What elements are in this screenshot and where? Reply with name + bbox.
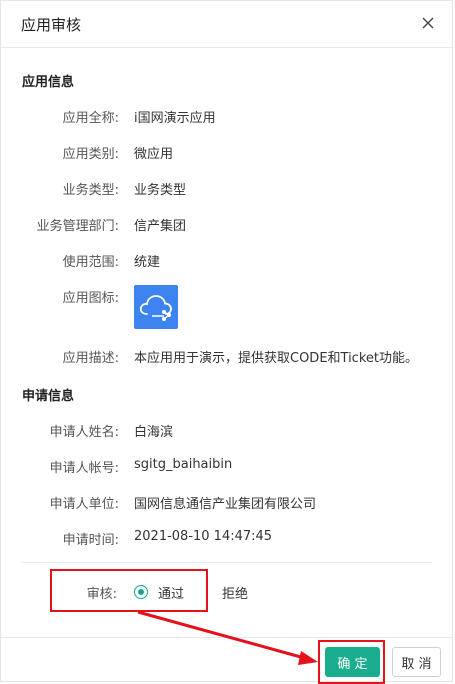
radio-reject-label[interactable]: 拒绝 xyxy=(222,583,248,602)
description-label: 应用描述: xyxy=(62,351,119,366)
applicant-unit-value: 国网信息通信产业集团有限公司 xyxy=(134,497,317,512)
review-highlight-box xyxy=(50,569,208,612)
cloud-share-icon xyxy=(134,285,178,329)
applicant-name-value: 白海滨 xyxy=(134,425,174,440)
category-value: 微应用 xyxy=(134,147,174,162)
applicant-account-label: 申请人帐号: xyxy=(49,461,119,476)
business-type-label: 业务类型: xyxy=(62,183,119,198)
footer-divider xyxy=(1,637,452,638)
applicant-unit-label: 申请人单位: xyxy=(49,497,119,512)
row-applicant-unit: 申请人单位: 国网信息通信产业集团有限公司 xyxy=(1,493,454,513)
business-type-value: 业务类型 xyxy=(134,183,187,198)
row-description: 应用描述: 本应用用于演示，提供获取CODE和Ticket功能。 xyxy=(1,347,454,367)
full-name-value: i国网演示应用 xyxy=(134,111,216,126)
row-full-name: 应用全称: i国网演示应用 xyxy=(1,107,454,127)
category-label: 应用类别: xyxy=(62,147,119,162)
description-value: 本应用用于演示，提供获取CODE和Ticket功能。 xyxy=(134,351,418,366)
row-apply-time: 申请时间: 2021-08-10 14:47:45 xyxy=(1,529,454,549)
department-value: 信产集团 xyxy=(134,219,187,234)
department-label: 业务管理部门: xyxy=(36,219,119,234)
divider xyxy=(21,562,432,563)
scope-value: 统建 xyxy=(134,255,161,270)
apply-time-value: 2021-08-10 14:47:45 xyxy=(134,529,273,544)
review-label: 审核: xyxy=(86,587,117,602)
row-category: 应用类别: 微应用 xyxy=(1,143,454,163)
dialog-header: 应用审核 xyxy=(1,1,452,48)
section-title-app-info: 应用信息 xyxy=(22,75,75,90)
cancel-button[interactable]: 取 消 xyxy=(392,647,441,677)
row-applicant-name: 申请人姓名: 白海滨 xyxy=(1,421,454,441)
row-app-icon: 应用图标: xyxy=(1,287,454,307)
radio-approve[interactable] xyxy=(134,585,148,599)
row-department: 业务管理部门: 信产集团 xyxy=(1,215,454,235)
full-name-label: 应用全称: xyxy=(62,111,119,126)
close-button[interactable] xyxy=(416,11,440,35)
row-business-type: 业务类型: 业务类型 xyxy=(1,179,454,199)
app-icon-label: 应用图标: xyxy=(62,291,119,306)
close-icon xyxy=(422,17,434,29)
scope-label: 使用范围: xyxy=(62,255,119,270)
row-scope: 使用范围: 统建 xyxy=(1,251,454,271)
apply-time-label: 申请时间: xyxy=(62,533,119,548)
applicant-name-label: 申请人姓名: xyxy=(49,425,119,440)
dialog-title: 应用审核 xyxy=(21,16,82,34)
confirm-button[interactable]: 确 定 xyxy=(325,647,380,677)
applicant-account-value: sgitg_baihaibin xyxy=(134,457,233,472)
app-review-dialog: 应用审核 应用信息 应用全称: i国网演示应用 应用类别: 微应用 业务类型: … xyxy=(0,0,454,684)
section-title-applicant-info: 申请信息 xyxy=(22,389,75,404)
row-applicant-account: 申请人帐号: sgitg_baihaibin xyxy=(1,457,454,477)
radio-approve-label[interactable]: 通过 xyxy=(158,583,184,602)
